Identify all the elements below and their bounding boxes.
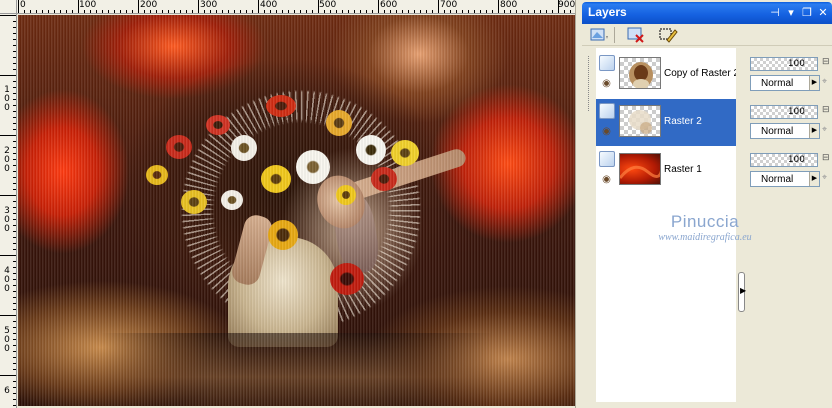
ruler-vertical: 1 0 0 2 0 0 3 0 0 4 0 0 5 0 0 6 [0,14,17,408]
delete-layer-button[interactable] [626,26,648,44]
blend-mode-select[interactable]: Normal ▶ [750,171,820,187]
red-gradient-thumbnail-icon [620,165,660,179]
layer-row-copy-of-raster-2[interactable]: ◉ Copy of Raster 2 [596,51,739,98]
new-layer-button[interactable] [588,26,610,44]
ruler-label: 700 [440,0,458,10]
opacity-slider[interactable]: 100 [750,153,818,167]
blend-mode-value: Normal [761,126,794,137]
layer-name[interactable]: Raster 2 [664,116,702,127]
ruler-label: 100 [79,0,97,10]
link-icon[interactable]: ⌖ [822,124,832,138]
blend-mode-select[interactable]: Normal ▶ [750,123,820,139]
opacity-slider[interactable]: 100 [750,57,818,71]
link-icon[interactable]: ⌖ [822,172,832,186]
opacity-value: 100 [787,107,805,117]
group-tree-line [588,56,589,111]
ruler-label: 0 [20,0,26,10]
transparent-thumbnail-icon [629,110,652,134]
layer-props-raster-2: 100 ⊟ Normal ▶ ⌖ [748,99,832,146]
layer-type-icon[interactable] [599,103,615,119]
ruler-label: 4 0 0 [4,266,10,294]
canvas-scrollbar[interactable] [575,0,581,408]
palette-title: Layers [588,5,627,19]
lock-icon[interactable]: ⊟ [822,56,832,70]
layer-type-icon[interactable] [599,151,615,167]
opacity-value: 100 [787,59,805,69]
ruler-label: 6 [4,386,10,396]
ruler-label: 5 0 0 [4,326,10,354]
dropdown-icon[interactable]: ▾ [784,6,798,20]
dropdown-arrow-icon[interactable]: ▶ [809,124,819,138]
link-icon[interactable]: ⌖ [822,76,832,90]
ruler-label: 900 [558,0,576,10]
portrait-thumbnail-icon [629,62,653,88]
ruler-corner [0,0,17,14]
watermark-url: www.maidiregrafica.eu [658,232,752,243]
ruler-label: 300 [200,0,218,10]
expand-arrow-icon[interactable]: ▶ [740,287,746,295]
ruler-label: 800 [500,0,518,10]
ruler-label: 2 0 0 [4,146,10,174]
eye-icon[interactable]: ◉ [599,175,614,185]
opacity-value: 100 [787,155,805,165]
blend-mode-select[interactable]: Normal ▶ [750,75,820,91]
ruler-label: 600 [380,0,398,10]
ruler-label: 500 [319,0,337,10]
eye-icon[interactable]: ◉ [599,79,614,89]
image-canvas[interactable] [18,15,575,406]
opacity-slider[interactable]: 100 [750,105,818,119]
layer-row-raster-2[interactable]: ◉ Raster 2 [596,99,736,146]
dropdown-arrow-icon[interactable]: ▶ [809,76,819,90]
layer-row-raster-1[interactable]: ◉ Raster 1 [596,147,736,194]
edit-selection-icon [659,28,678,43]
watermark: Pinuccia www.maidiregrafica.eu [640,212,770,243]
layer-type-icon[interactable] [599,55,615,71]
layer-name[interactable]: Copy of Raster 2 [664,68,739,79]
new-layer-icon [590,28,608,41]
vertical-stripe-overlay [18,15,575,406]
restore-icon[interactable]: ❐ [800,6,814,20]
watermark-title: Pinuccia [670,212,740,231]
eye-icon[interactable]: ◉ [599,127,614,137]
blend-mode-value: Normal [761,174,794,185]
pin-icon[interactable]: ⊣ [768,6,782,20]
ruler-label: 200 [140,0,158,10]
lock-icon[interactable]: ⊟ [822,104,832,118]
layer-thumbnail[interactable] [619,57,661,89]
ruler-horizontal: 0 100 200 300 400 500 600 700 800 900 [0,0,577,14]
delete-layer-icon [627,27,644,43]
layer-props-raster-1: 100 ⊟ Normal ▶ ⌖ [748,147,832,194]
edit-selection-button[interactable] [658,26,680,44]
layer-props-copy-of-raster-2: 100 ⊟ Normal ▶ ⌖ [748,51,832,98]
lock-icon[interactable]: ⊟ [822,152,832,166]
layer-name[interactable]: Raster 1 [664,164,702,175]
layer-thumbnail[interactable] [619,105,661,137]
blend-mode-value: Normal [761,78,794,89]
layer-thumbnail[interactable] [619,153,661,185]
ruler-label: 3 0 0 [4,206,10,234]
dropdown-arrow-icon[interactable]: ▶ [809,172,819,186]
toolbar-separator [614,27,615,43]
layers-titlebar[interactable]: Layers ⊣ ▾ ❐ ✕ [582,2,832,24]
layers-palette: Layers ⊣ ▾ ❐ ✕ ◉ Copy of Raster 2 ◉ Rast… [582,0,832,408]
layers-toolbar [582,24,832,46]
close-icon[interactable]: ✕ [816,6,830,20]
ruler-label: 400 [260,0,278,10]
ruler-label: 1 0 0 [4,85,10,113]
